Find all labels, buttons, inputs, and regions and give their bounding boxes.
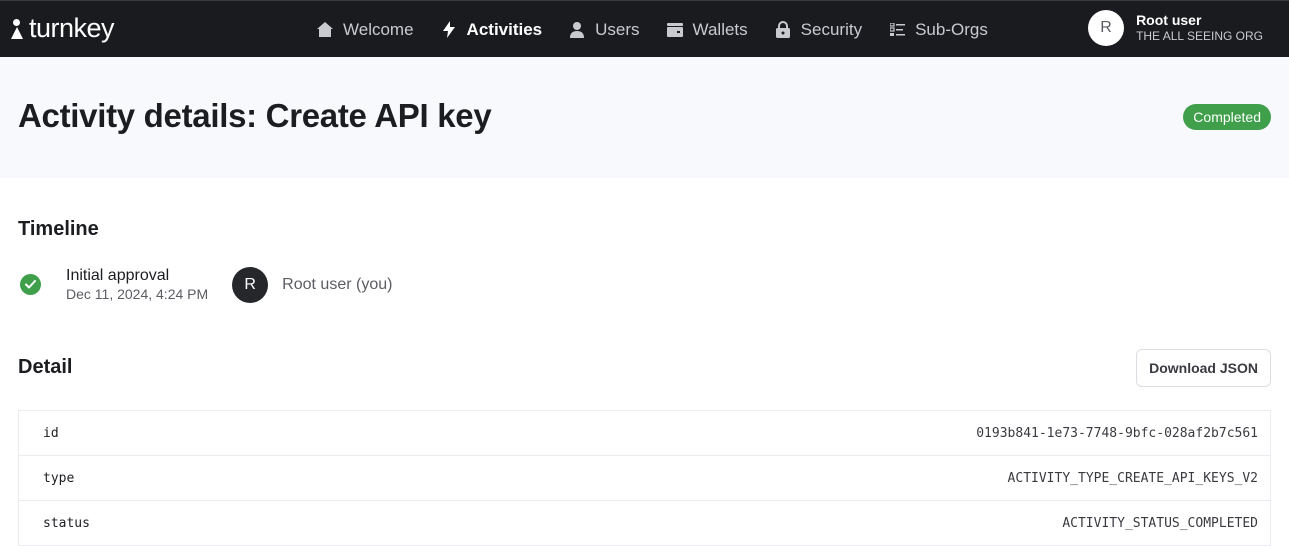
lock-icon	[774, 21, 792, 39]
page-header: Activity details: Create API key Complet…	[0, 57, 1289, 178]
nav-label: Sub-Orgs	[915, 19, 988, 39]
page-title: Activity details: Create API key	[18, 97, 492, 134]
nav-label: Welcome	[343, 19, 414, 39]
nav-label: Users	[595, 19, 640, 39]
timeline-date: Dec 11, 2024, 4:24 PM	[66, 286, 209, 302]
timeline-title: Timeline	[18, 218, 99, 240]
detail-table: id 0193b841-1e73-7748-9bfc-028af2b7c561 …	[18, 410, 1271, 546]
nav-item-wallets[interactable]: Wallets	[666, 20, 748, 40]
download-json-button[interactable]: Download JSON	[1136, 349, 1271, 387]
user-icon	[568, 21, 586, 39]
detail-title: Detail	[18, 356, 73, 378]
timeline-entry: Initial approval Dec 11, 2024, 4:24 PM R…	[20, 266, 392, 303]
row-value: 0193b841-1e73-7748-9bfc-028af2b7c561	[976, 425, 1258, 441]
wallet-icon	[666, 21, 684, 39]
nav-item-security[interactable]: Security	[774, 20, 862, 40]
list-icon	[888, 21, 906, 39]
status-badge: Completed	[1183, 104, 1271, 130]
avatar: R	[1088, 10, 1125, 46]
nav-item-sub-orgs[interactable]: Sub-Orgs	[888, 20, 988, 40]
row-key: type	[43, 470, 75, 486]
user-name: Root user	[1136, 12, 1202, 28]
main-nav: Welcome Activities Users Wallets Securit…	[316, 1, 1014, 58]
user-menu[interactable]: R Root user THE ALL SEEING ORG	[1088, 10, 1263, 46]
row-value: ACTIVITY_TYPE_CREATE_API_KEYS_V2	[1007, 470, 1258, 486]
user-org: THE ALL SEEING ORG	[1136, 29, 1263, 43]
nav-label: Security	[800, 19, 863, 39]
nav-label: Wallets	[692, 19, 748, 39]
row-key: id	[43, 425, 59, 441]
bolt-icon	[440, 21, 458, 39]
approver-avatar: R	[232, 266, 269, 303]
logo-text: turnkey	[29, 13, 115, 43]
nav-label: Activities	[466, 19, 543, 39]
nav-item-users[interactable]: Users	[568, 19, 640, 40]
home-icon	[316, 21, 334, 39]
nav-item-activities[interactable]: Activities	[440, 19, 543, 40]
turnkey-logo[interactable]: turnkey	[10, 13, 115, 43]
logo-mark-icon	[10, 17, 24, 39]
table-row: status ACTIVITY_STATUS_COMPLETED	[19, 501, 1270, 546]
row-key: status	[43, 515, 90, 531]
top-navbar: turnkey Welcome Activities Users Wallets	[0, 0, 1289, 57]
check-circle-icon	[20, 274, 41, 295]
row-value: ACTIVITY_STATUS_COMPLETED	[1062, 515, 1258, 531]
approver-name: Root user (you)	[282, 275, 393, 293]
nav-item-welcome[interactable]: Welcome	[316, 20, 414, 40]
timeline-label: Initial approval	[66, 267, 170, 284]
table-row: type ACTIVITY_TYPE_CREATE_API_KEYS_V2	[19, 456, 1270, 501]
table-row: id 0193b841-1e73-7748-9bfc-028af2b7c561	[19, 411, 1270, 456]
